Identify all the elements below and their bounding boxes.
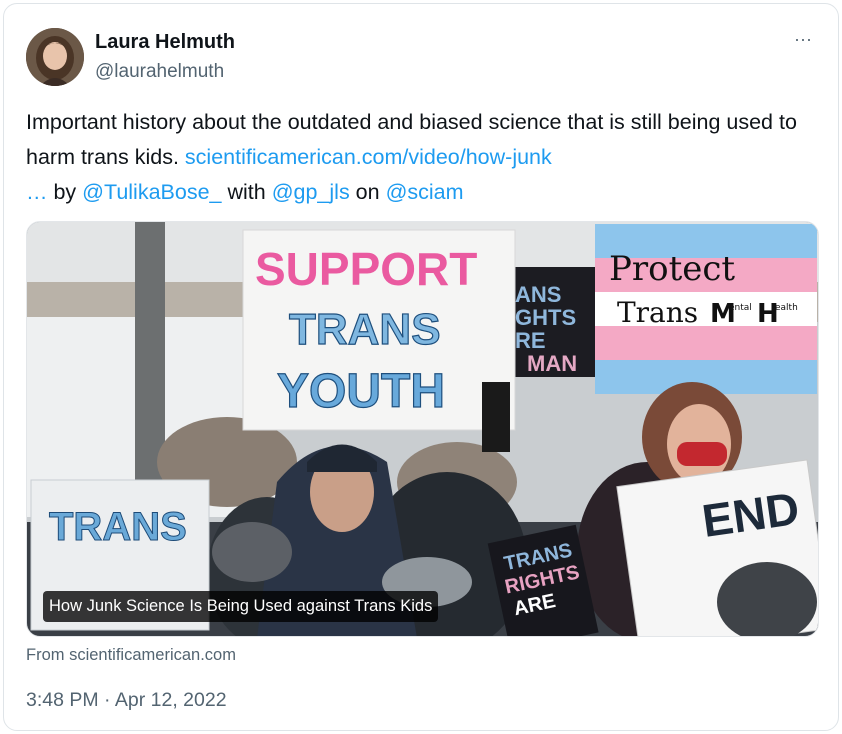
tweet-card: Laura Helmuth @laurahelmuth ··· Importan…	[3, 3, 839, 731]
mention-sciam[interactable]: @sciam	[386, 180, 464, 204]
timestamp[interactable]: 3:48 PM · Apr 12, 2022	[26, 689, 227, 712]
avatar-photo	[26, 28, 84, 86]
support-sign-line1: SUPPORT	[255, 243, 477, 295]
bg-sign-line2: GHTS	[515, 305, 576, 330]
link-ellipsis[interactable]: …	[26, 180, 48, 204]
more-horizontal-icon: ···	[794, 29, 812, 49]
protect-sign-ealth: ealth	[775, 303, 798, 313]
avatar[interactable]	[26, 28, 84, 86]
protect-sign-line2: Trans	[617, 296, 698, 329]
bg-sign-line4: MAN	[527, 351, 577, 376]
tweet-text: Important history about the outdated and…	[26, 105, 816, 210]
mention-tulikabose[interactable]: @TulikaBose_	[82, 180, 221, 204]
more-options-button[interactable]: ···	[790, 26, 816, 52]
author-name[interactable]: Laura Helmuth	[95, 31, 235, 54]
author-handle[interactable]: @laurahelmuth	[95, 61, 224, 83]
trans-left-sign: TRANS	[49, 505, 187, 549]
mention-gp-jls[interactable]: @gp_jls	[272, 180, 350, 204]
article-link[interactable]: scientificamerican.com/video/how-junk	[185, 145, 552, 169]
source-domain[interactable]: From scientificamerican.com	[26, 646, 236, 665]
protest-photo: ANS GHTS RE MAN SUPPORT TRANS YOUTH Prot…	[27, 222, 818, 636]
support-sign-line3: YOUTH	[277, 365, 445, 418]
bg-sign-line1: ANS	[515, 282, 561, 307]
media-card[interactable]: ANS GHTS RE MAN SUPPORT TRANS YOUTH Prot…	[26, 221, 819, 637]
protect-sign-line1: Protect	[609, 249, 735, 289]
media-caption: How Junk Science Is Being Used against T…	[43, 591, 439, 622]
support-sign-line2: TRANS	[289, 305, 441, 354]
protect-sign-ental: ental	[729, 303, 752, 313]
text-with: with	[221, 180, 272, 204]
bg-sign-line3: RE	[515, 328, 546, 353]
text-by: by	[47, 180, 83, 204]
text-on: on	[349, 180, 386, 204]
